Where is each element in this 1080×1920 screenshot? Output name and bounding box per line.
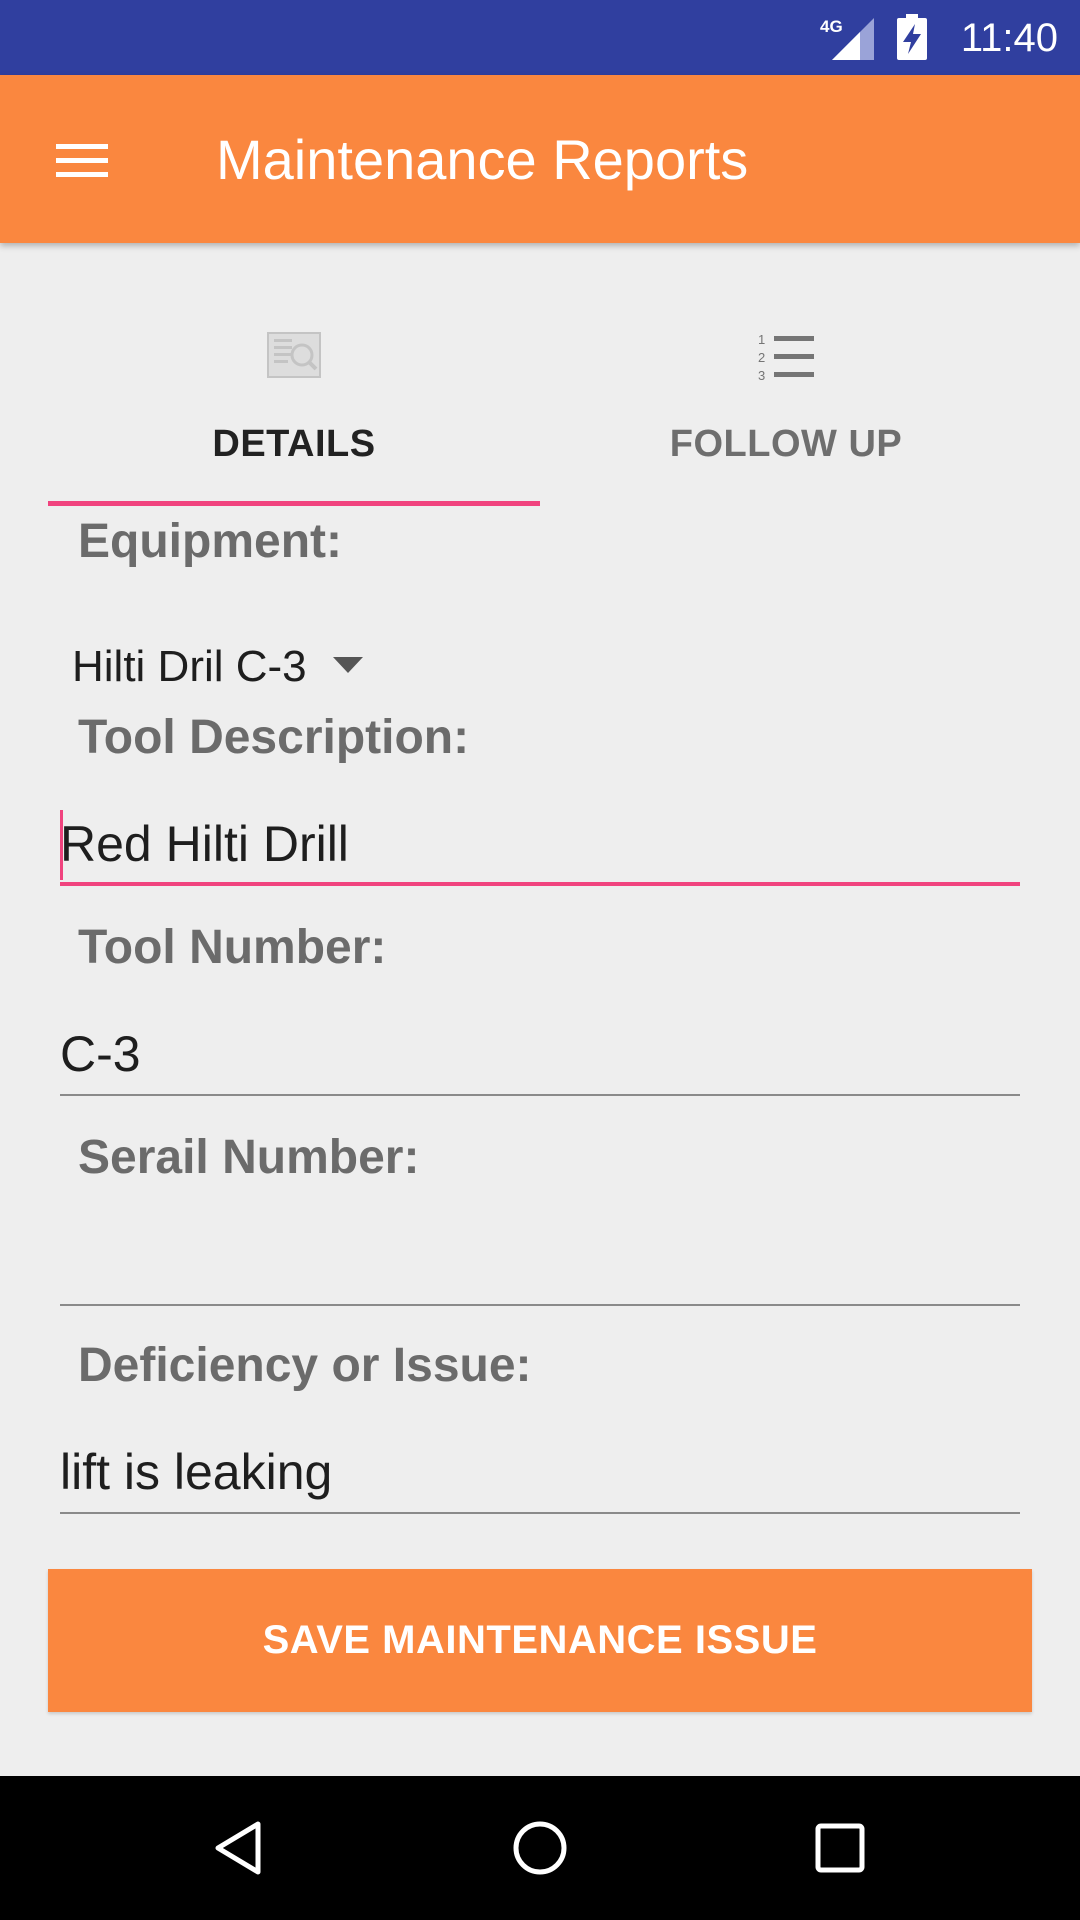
- app-bar: Maintenance Reports: [0, 75, 1080, 243]
- tab-details[interactable]: DETAILS: [48, 243, 540, 508]
- tool-number-field: [60, 1016, 1020, 1096]
- svg-text:3: 3: [758, 368, 765, 383]
- tab-follow-up-label: FOLLOW UP: [669, 423, 903, 465]
- equipment-selected-value: Hilti Dril C-3: [72, 642, 307, 691]
- deficiency-field: [60, 1434, 1020, 1514]
- tool-number-label: Tool Number:: [78, 921, 387, 974]
- text-cursor: [60, 810, 63, 880]
- recent-apps-icon[interactable]: [808, 1816, 872, 1880]
- signal-4g-icon: 4G: [820, 17, 874, 60]
- hamburger-menu-icon[interactable]: [52, 130, 112, 190]
- status-bar: 4G 11:40: [0, 0, 1080, 75]
- back-icon[interactable]: [208, 1816, 272, 1880]
- equipment-label: Equipment:: [78, 515, 342, 568]
- serial-number-label: Serail Number:: [78, 1131, 420, 1184]
- svg-text:2: 2: [758, 350, 765, 365]
- deficiency-label: Deficiency or Issue:: [78, 1339, 532, 1392]
- tool-description-underline: [60, 882, 1020, 886]
- save-maintenance-issue-button[interactable]: SAVE MAINTENANCE ISSUE: [48, 1569, 1032, 1712]
- deficiency-input[interactable]: [60, 1434, 1020, 1510]
- tool-description-label: Tool Description:: [78, 711, 470, 764]
- dropdown-arrow-icon: [332, 657, 363, 674]
- app-title: Maintenance Reports: [216, 128, 749, 191]
- navigation-bar: [0, 1776, 1080, 1920]
- home-icon[interactable]: [508, 1816, 572, 1880]
- tool-number-underline: [60, 1094, 1020, 1096]
- battery-charging-icon: [897, 14, 927, 60]
- serial-number-field: [60, 1226, 1020, 1306]
- tab-bar: DETAILS 1 2 3 FOLLOW UP: [48, 243, 1032, 508]
- serial-number-input[interactable]: [60, 1226, 1020, 1302]
- tab-details-label: DETAILS: [212, 423, 376, 465]
- svg-text:4G: 4G: [820, 17, 843, 36]
- deficiency-underline: [60, 1512, 1020, 1514]
- svg-text:1: 1: [758, 332, 765, 347]
- tab-follow-up[interactable]: 1 2 3 FOLLOW UP: [540, 243, 1032, 508]
- tab-selected-indicator: [48, 501, 540, 506]
- clock: 11:40: [960, 16, 1058, 60]
- serial-number-underline: [60, 1304, 1020, 1306]
- tool-description-field: [60, 806, 1020, 886]
- tool-number-input[interactable]: [60, 1016, 1020, 1092]
- tool-description-input[interactable]: [60, 806, 1020, 882]
- equipment-spinner[interactable]: Hilti Dril C-3: [72, 632, 363, 702]
- numbered-list-icon: 1 2 3: [758, 332, 814, 383]
- details-search-icon: [267, 332, 321, 378]
